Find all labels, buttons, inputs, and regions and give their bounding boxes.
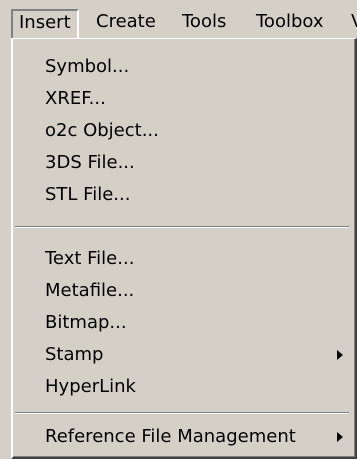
menu-insert[interactable]: Insert (11, 9, 79, 39)
menu-item-symbol[interactable]: Symbol... (13, 51, 353, 83)
menu-item-o2c-object[interactable]: o2c Object... (13, 115, 353, 147)
menu-item-stamp-label: Stamp (45, 344, 104, 365)
menu-item-hyperlink[interactable]: HyperLink (13, 371, 353, 403)
submenu-arrow-icon (337, 350, 343, 360)
menu-item-metafile[interactable]: Metafile... (13, 275, 353, 307)
insert-dropdown-menu: Symbol... XREF... o2c Object... 3DS File… (11, 38, 357, 459)
submenu-arrow-icon (337, 432, 343, 442)
menu-separator (15, 226, 349, 228)
menu-separator (15, 412, 349, 414)
menu-tools[interactable]: Tools (182, 10, 226, 36)
menu-view-clipped[interactable]: V (351, 10, 357, 36)
menu-create[interactable]: Create (96, 10, 156, 36)
menu-item-3ds-file[interactable]: 3DS File... (13, 147, 353, 179)
menu-item-stamp[interactable]: Stamp (13, 339, 353, 371)
menu-bar: Insert Create Tools Toolbox V (0, 0, 357, 39)
menu-item-stl-file[interactable]: STL File... (13, 179, 353, 211)
menu-item-reference-file-management-label: Reference File Management (45, 426, 296, 447)
menu-item-text-file[interactable]: Text File... (13, 243, 353, 275)
menu-toolbox[interactable]: Toolbox (256, 10, 324, 36)
menu-item-reference-file-management[interactable]: Reference File Management (13, 421, 353, 453)
menu-item-xref[interactable]: XREF... (13, 83, 353, 115)
menu-item-bitmap[interactable]: Bitmap... (13, 307, 353, 339)
